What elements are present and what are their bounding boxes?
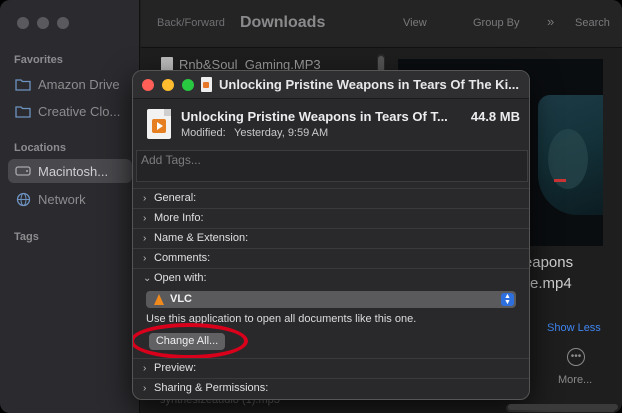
view-button[interactable]: View	[403, 17, 427, 29]
sidebar-item-label: Macintosh...	[38, 163, 109, 179]
bottom-scrollbar[interactable]	[508, 404, 618, 410]
more-button[interactable]: More...	[558, 374, 592, 386]
sidebar-item-amazon-drive[interactable]: Amazon Drive	[8, 72, 132, 96]
section-general[interactable]: › General:	[133, 188, 529, 208]
minimize-button[interactable]	[162, 79, 174, 91]
file-name: Unlocking Pristine Weapons in Tears Of T…	[181, 109, 448, 124]
folder-icon	[14, 76, 32, 92]
section-more-info[interactable]: › More Info:	[133, 208, 529, 228]
section-open-with[interactable]: ⌄ Open with:	[133, 268, 529, 288]
video-file-icon	[147, 109, 171, 139]
section-comments[interactable]: › Comments:	[133, 248, 529, 268]
zoom-button[interactable]	[182, 79, 194, 91]
section-sharing-permissions[interactable]: › Sharing & Permissions:	[133, 378, 529, 398]
favorites-heading: Favorites	[14, 54, 63, 66]
finder-minimize-button[interactable]	[37, 17, 49, 29]
toolbar-overflow-icon[interactable]: »	[547, 14, 554, 29]
back-forward-button[interactable]: Back/Forward	[157, 17, 225, 29]
add-tags-field[interactable]: Add Tags...	[136, 150, 528, 182]
selected-app: VLC	[170, 293, 192, 305]
info-titlebar: Unlocking Pristine Weapons in Tears Of T…	[133, 71, 529, 99]
ellipsis-circle-icon[interactable]: •••	[567, 348, 585, 366]
window-title: Downloads	[240, 14, 326, 31]
section-label: Open with:	[154, 272, 207, 284]
video-file-icon	[201, 77, 212, 92]
chevron-right-icon[interactable]: ›	[143, 383, 146, 394]
open-with-description: Use this application to open all documen…	[146, 313, 417, 325]
sidebar-item-label: Network	[38, 191, 86, 207]
info-window-title: Unlocking Pristine Weapons in Tears Of T…	[219, 77, 520, 92]
tags-heading: Tags	[14, 231, 39, 243]
chevron-down-icon[interactable]: ⌄	[143, 273, 151, 284]
finder-zoom-button[interactable]	[57, 17, 69, 29]
chevron-right-icon[interactable]: ›	[143, 363, 146, 374]
sidebar-item-macintosh-hd[interactable]: Macintosh...	[8, 159, 132, 183]
sidebar: Favorites Amazon Drive Creative Clo... L…	[0, 0, 140, 413]
open-with-app-select[interactable]: VLC ▲ ▼	[146, 291, 516, 308]
finder-toolbar: Back/Forward Downloads View Group By » S…	[141, 0, 622, 48]
section-label: Comments:	[154, 252, 211, 264]
sidebar-item-creative-cloud[interactable]: Creative Clo...	[8, 99, 132, 123]
tags-placeholder: Add Tags...	[141, 153, 201, 167]
close-button[interactable]	[142, 79, 154, 91]
finder-close-button[interactable]	[17, 17, 29, 29]
modified-label: Modified:	[181, 127, 226, 139]
chevron-right-icon[interactable]: ›	[143, 253, 146, 264]
sidebar-item-label: Creative Clo...	[38, 103, 121, 119]
hard-drive-icon	[14, 163, 32, 179]
chevron-right-icon[interactable]: ›	[143, 213, 146, 224]
chevron-right-icon[interactable]: ›	[143, 193, 146, 204]
change-all-button[interactable]: Change All...	[149, 333, 225, 350]
section-name-extension[interactable]: › Name & Extension:	[133, 228, 529, 248]
section-label: Sharing & Permissions:	[154, 382, 269, 394]
show-less-link[interactable]: Show Less	[547, 322, 601, 334]
section-label: Name & Extension:	[154, 232, 249, 244]
sidebar-item-network[interactable]: Network	[8, 187, 132, 211]
file-size: 44.8 MB	[470, 109, 520, 124]
folder-icon	[14, 103, 32, 119]
modified-value: Yesterday, 9:59 AM	[234, 127, 329, 139]
section-label: Preview:	[154, 362, 197, 374]
section-label: More Info:	[154, 212, 204, 224]
vlc-cone-icon	[154, 294, 164, 305]
sidebar-item-label: Amazon Drive	[38, 76, 120, 92]
section-label: General:	[154, 192, 197, 204]
group-by-button[interactable]: Group By	[473, 17, 519, 29]
chevron-up-down-icon: ▲ ▼	[501, 293, 514, 306]
section-preview[interactable]: › Preview:	[133, 358, 529, 378]
locations-heading: Locations	[14, 142, 66, 154]
search-button[interactable]: Search	[575, 17, 610, 29]
finder-traffic-lights	[17, 17, 69, 29]
get-info-window: Unlocking Pristine Weapons in Tears Of T…	[132, 70, 530, 400]
network-icon	[14, 191, 32, 207]
chevron-right-icon[interactable]: ›	[143, 233, 146, 244]
